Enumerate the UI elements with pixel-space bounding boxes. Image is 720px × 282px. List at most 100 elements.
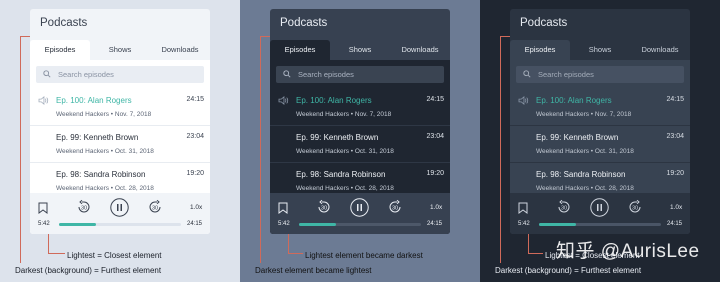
player-bar: 30 30 1.0x 5:42 24:15 xyxy=(510,193,690,234)
episode-meta: Weekend Hackers • Oct. 31, 2018 xyxy=(296,148,394,155)
search-input[interactable]: Search episodes xyxy=(516,66,684,83)
forward-30-icon[interactable]: 30 xyxy=(627,199,643,215)
progress-track[interactable] xyxy=(59,223,181,226)
episode-meta: Weekend Hackers • Oct. 28, 2018 xyxy=(56,185,154,192)
search-placeholder: Search episodes xyxy=(298,70,354,79)
annotation-furthest: Darkest (background) = Furthest element xyxy=(15,266,162,275)
episode-title: Ep. 100: Alan Rogers xyxy=(56,96,132,105)
podcast-card-mid: Podcasts Episodes Shows Downloads Search… xyxy=(270,9,450,234)
pause-icon[interactable] xyxy=(590,198,609,217)
list-item[interactable]: Ep. 99: Kenneth Brown Weekend Hackers • … xyxy=(270,126,450,163)
forward-label: 30 xyxy=(632,205,638,211)
tab-shows[interactable]: Shows xyxy=(570,40,630,60)
tab-episodes[interactable]: Episodes xyxy=(510,40,570,60)
search-input[interactable]: Search episodes xyxy=(36,66,204,83)
speaker-icon xyxy=(278,96,289,105)
current-time: 5:42 xyxy=(278,221,290,227)
forward-30-icon[interactable]: 30 xyxy=(147,199,163,215)
episode-title: Ep. 100: Alan Rogers xyxy=(536,96,612,105)
episode-meta: Weekend Hackers • Oct. 31, 2018 xyxy=(56,148,154,155)
episode-title: Ep. 99: Kenneth Brown xyxy=(536,133,619,142)
page-title: Podcasts xyxy=(520,17,568,29)
pause-icon[interactable] xyxy=(110,198,129,217)
player-bar: 30 30 1.0x 5:42 24:15 xyxy=(270,193,450,234)
episode-title: Ep. 98: Sandra Robinson xyxy=(56,170,146,179)
episode-meta: Weekend Hackers • Oct. 28, 2018 xyxy=(296,185,394,192)
speed-button[interactable]: 1.0x xyxy=(430,204,442,211)
bookmark-icon[interactable] xyxy=(38,202,48,214)
total-time: 24:15 xyxy=(187,221,203,227)
episode-duration: 19:20 xyxy=(426,170,444,177)
list-item[interactable]: Ep. 100: Alan Rogers Weekend Hackers • N… xyxy=(510,89,690,126)
tab-bar: Episodes Shows Downloads xyxy=(270,40,450,60)
list-item[interactable]: Ep. 100: Alan Rogers Weekend Hackers • N… xyxy=(30,89,210,126)
search-icon xyxy=(43,70,51,78)
annotation-line xyxy=(260,36,270,37)
episode-duration: 24:15 xyxy=(426,96,444,103)
progress-fill xyxy=(299,223,336,226)
tab-episodes[interactable]: Episodes xyxy=(30,40,90,60)
rewind-label: 30 xyxy=(561,205,567,211)
episode-duration: 19:20 xyxy=(186,170,204,177)
list-item[interactable]: Ep. 99: Kenneth Brown Weekend Hackers • … xyxy=(510,126,690,163)
episode-duration: 19:20 xyxy=(666,170,684,177)
search-icon xyxy=(523,70,531,78)
episode-title: Ep. 99: Kenneth Brown xyxy=(56,133,139,142)
search-placeholder: Search episodes xyxy=(538,70,594,79)
pause-icon[interactable] xyxy=(350,198,369,217)
bookmark-icon[interactable] xyxy=(278,202,288,214)
episode-duration: 24:15 xyxy=(666,96,684,103)
player-bar: 30 30 1.0x 5:42 24:15 xyxy=(30,193,210,234)
episode-duration: 23:04 xyxy=(186,133,204,140)
rewind-30-icon[interactable]: 30 xyxy=(316,199,332,215)
annotation-furthest: Darkest (background) = Furthest element xyxy=(495,266,642,275)
annotation-darkest-became-lightest: Darkest element became lightest xyxy=(255,266,372,275)
list-item[interactable]: Ep. 99: Kenneth Brown Weekend Hackers • … xyxy=(30,126,210,163)
progress-fill xyxy=(59,223,96,226)
annotation-closest: Lightest = Closest element xyxy=(67,251,162,260)
annotation-line xyxy=(500,36,501,263)
annotation-line xyxy=(260,36,261,263)
list-item[interactable]: Ep. 100: Alan Rogers Weekend Hackers • N… xyxy=(270,89,450,126)
annotation-line xyxy=(288,234,289,253)
episode-meta: Weekend Hackers • Nov. 7, 2018 xyxy=(536,111,632,118)
forward-30-icon[interactable]: 30 xyxy=(387,199,403,215)
current-time: 5:42 xyxy=(38,221,50,227)
tab-downloads[interactable]: Downloads xyxy=(150,40,210,60)
progress-track[interactable] xyxy=(299,223,421,226)
annotation-line xyxy=(528,234,529,253)
speaker-icon xyxy=(518,96,529,105)
episode-duration: 23:04 xyxy=(426,133,444,140)
episode-meta: Weekend Hackers • Oct. 28, 2018 xyxy=(536,185,634,192)
search-icon xyxy=(283,70,291,78)
rewind-30-icon[interactable]: 30 xyxy=(76,199,92,215)
annotation-line xyxy=(20,36,21,263)
podcast-card-dark: Podcasts Episodes Shows Downloads Search… xyxy=(510,9,690,234)
tab-episodes[interactable]: Episodes xyxy=(270,40,330,60)
episode-meta: Weekend Hackers • Nov. 7, 2018 xyxy=(56,111,152,118)
search-placeholder: Search episodes xyxy=(58,70,114,79)
annotation-line xyxy=(48,234,49,253)
tab-downloads[interactable]: Downloads xyxy=(390,40,450,60)
annotation-line xyxy=(500,36,510,37)
total-time: 24:15 xyxy=(427,221,443,227)
annotation-line xyxy=(288,253,303,254)
progress-track[interactable] xyxy=(539,223,661,226)
bookmark-icon[interactable] xyxy=(518,202,528,214)
search-input[interactable]: Search episodes xyxy=(276,66,444,83)
tab-shows[interactable]: Shows xyxy=(90,40,150,60)
tab-downloads[interactable]: Downloads xyxy=(630,40,690,60)
page-title: Podcasts xyxy=(40,17,88,29)
speed-button[interactable]: 1.0x xyxy=(190,204,202,211)
episode-title: Ep. 100: Alan Rogers xyxy=(296,96,372,105)
progress-fill xyxy=(539,223,576,226)
annotation-line xyxy=(48,253,65,254)
speed-button[interactable]: 1.0x xyxy=(670,204,682,211)
speaker-icon xyxy=(38,96,49,105)
tab-shows[interactable]: Shows xyxy=(330,40,390,60)
annotation-line xyxy=(528,253,543,254)
forward-label: 30 xyxy=(392,205,398,211)
episode-meta: Weekend Hackers • Nov. 7, 2018 xyxy=(296,111,392,118)
episode-title: Ep. 98: Sandra Robinson xyxy=(536,170,626,179)
rewind-30-icon[interactable]: 30 xyxy=(556,199,572,215)
